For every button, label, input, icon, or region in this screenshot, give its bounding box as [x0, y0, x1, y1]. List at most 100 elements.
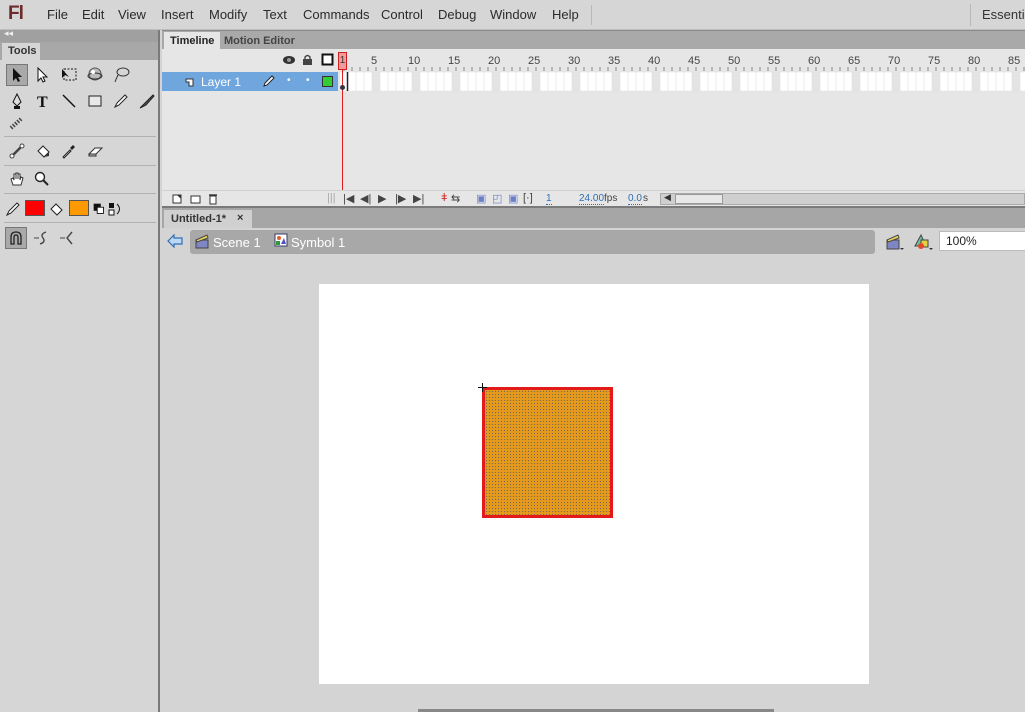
zoom-tool[interactable] — [31, 168, 53, 190]
breadcrumb-scene[interactable]: Scene 1 — [213, 235, 261, 250]
document-tab[interactable]: Untitled-1* × — [164, 210, 252, 230]
frame-cell[interactable] — [803, 71, 813, 92]
frame-cell[interactable] — [979, 71, 989, 92]
frame-cell[interactable] — [715, 71, 725, 92]
frame-cell[interactable] — [507, 71, 517, 92]
edit-scene-icon[interactable] — [885, 232, 905, 252]
frame-cell[interactable] — [915, 71, 925, 92]
frame-cell[interactable] — [555, 71, 565, 92]
frame-cell[interactable] — [595, 71, 605, 92]
frame-cell[interactable] — [1019, 71, 1025, 92]
frame-cell[interactable] — [763, 71, 773, 92]
frame-cell[interactable] — [611, 71, 621, 92]
frame-cell[interactable] — [955, 71, 965, 92]
frame-cell[interactable] — [667, 71, 677, 92]
frame-cell[interactable] — [683, 71, 693, 92]
free-transform-tool[interactable] — [58, 64, 80, 86]
frame-cell[interactable] — [619, 71, 629, 92]
selected-rectangle-shape[interactable] — [482, 387, 613, 518]
frame-cell[interactable] — [523, 71, 533, 92]
layer-name[interactable]: Layer 1 — [201, 75, 241, 89]
frame-cell[interactable] — [531, 71, 541, 92]
frame-cell[interactable] — [931, 71, 941, 92]
frame-cell[interactable] — [363, 71, 373, 92]
black-white-button[interactable] — [91, 198, 107, 220]
frame-cell[interactable] — [963, 71, 973, 92]
close-icon[interactable]: × — [237, 212, 243, 224]
3d-rotation-tool[interactable] — [84, 64, 106, 86]
first-frame-icon[interactable]: |◀ — [343, 192, 354, 205]
scrollbar-thumb[interactable] — [675, 194, 723, 204]
fps-value[interactable]: 24.00 — [579, 193, 605, 205]
frame-cell[interactable] — [907, 71, 917, 92]
frame-cell[interactable] — [691, 71, 701, 92]
eraser-tool[interactable] — [84, 140, 106, 162]
stage[interactable] — [319, 284, 869, 684]
frame-cell[interactable] — [1003, 71, 1013, 92]
frame-cell[interactable] — [651, 71, 661, 92]
fill-color-swatch[interactable] — [69, 200, 89, 216]
frame-cell[interactable] — [707, 71, 717, 92]
layer-outline-color[interactable] — [322, 76, 333, 87]
loop-icon[interactable]: ⇆ — [451, 192, 460, 205]
lasso-tool[interactable] — [110, 64, 132, 86]
frame-cell[interactable] — [395, 71, 405, 92]
play-icon[interactable]: ▶ — [378, 192, 386, 205]
frame-cell[interactable] — [659, 71, 669, 92]
frame-cell[interactable] — [771, 71, 781, 92]
frame-cell[interactable] — [443, 71, 453, 92]
frame-cell[interactable] — [371, 71, 381, 92]
frame-cell[interactable] — [627, 71, 637, 92]
hand-tool[interactable] — [6, 168, 28, 190]
frame-cell[interactable] — [475, 71, 485, 92]
swap-colors-button[interactable] — [107, 198, 125, 220]
frame-cell[interactable] — [699, 71, 709, 92]
frame-cell[interactable] — [883, 71, 893, 92]
back-arrow-icon[interactable] — [167, 234, 183, 248]
tools-tab[interactable]: Tools — [2, 43, 40, 60]
frame-cell[interactable] — [539, 71, 549, 92]
menu-file[interactable]: File — [47, 7, 68, 22]
frame-cell[interactable] — [723, 71, 733, 92]
frame-cell[interactable] — [483, 71, 493, 92]
menu-commands[interactable]: Commands — [303, 7, 369, 22]
frame-cell[interactable] — [603, 71, 613, 92]
selection-tool[interactable] — [6, 64, 28, 86]
outline-icon[interactable] — [321, 53, 334, 66]
frame-cell[interactable] — [1011, 71, 1021, 92]
onion-skin-icon[interactable]: ▣ — [476, 192, 486, 205]
new-folder-icon[interactable] — [190, 194, 201, 204]
delete-icon[interactable] — [208, 193, 218, 205]
menu-control[interactable]: Control — [381, 7, 423, 22]
stroke-color-swatch[interactable] — [25, 200, 45, 216]
frame-cell[interactable] — [515, 71, 525, 92]
menu-debug[interactable]: Debug — [438, 7, 476, 22]
frame-cell[interactable] — [867, 71, 877, 92]
timeline-scrollbar[interactable]: ◀ — [660, 192, 1025, 205]
tab-timeline[interactable]: Timeline — [164, 32, 221, 50]
tab-motion-editor[interactable]: Motion Editor — [218, 32, 301, 50]
elapsed-time-value[interactable]: 0.0 — [628, 193, 642, 205]
modify-markers-icon[interactable]: [·] — [523, 192, 533, 204]
frame-cell[interactable] — [827, 71, 837, 92]
frame-cell[interactable] — [835, 71, 845, 92]
frame-cell[interactable] — [379, 71, 389, 92]
pencil-tool[interactable] — [110, 90, 132, 112]
frame-cell[interactable] — [811, 71, 821, 92]
frame-cell[interactable] — [923, 71, 933, 92]
tools-collapse-bar[interactable]: ◂◂ — [0, 28, 158, 42]
new-layer-icon[interactable] — [172, 194, 182, 204]
frame-cell[interactable] — [427, 71, 437, 92]
menu-view[interactable]: View — [118, 7, 146, 22]
frame-cell[interactable] — [451, 71, 461, 92]
menu-edit[interactable]: Edit — [82, 7, 104, 22]
menu-modify[interactable]: Modify — [209, 7, 247, 22]
step-forward-icon[interactable]: |▶ — [395, 192, 406, 205]
edit-multiple-frames-icon[interactable]: ▣ — [508, 192, 518, 205]
frame-cell[interactable] — [387, 71, 397, 92]
frame-cell[interactable] — [779, 71, 789, 92]
snap-to-objects-button[interactable] — [5, 227, 27, 249]
deco-tool[interactable] — [6, 112, 28, 134]
frame-cell[interactable] — [731, 71, 741, 92]
frame-cell[interactable] — [795, 71, 805, 92]
